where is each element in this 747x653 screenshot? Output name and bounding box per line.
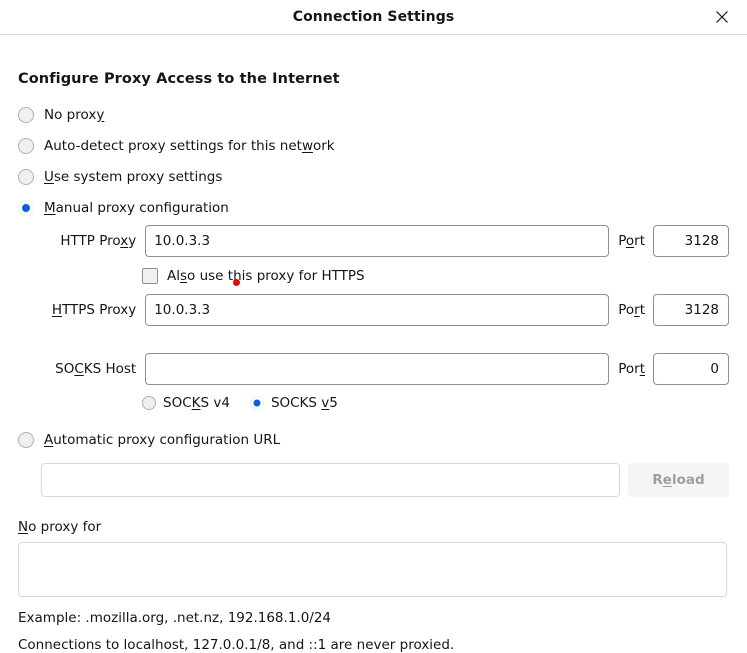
no-proxy-for-textarea[interactable] xyxy=(18,542,727,597)
radio-label-use-system[interactable]: Use system proxy settings xyxy=(44,169,222,185)
accesskey-char: C xyxy=(74,361,83,377)
https-proxy-row: HTTPS Proxy Port xyxy=(18,292,729,328)
label-text: Por xyxy=(618,361,639,377)
titlebar-divider xyxy=(0,34,747,35)
also-https-label[interactable]: Also use this proxy for HTTPS xyxy=(167,268,365,284)
label-text: SOC xyxy=(163,395,192,411)
radio-icon-socks-v5[interactable] xyxy=(250,396,264,410)
radio-option-no-proxy[interactable]: No proxy xyxy=(18,99,729,130)
radio-option-manual[interactable]: Manual proxy configuration xyxy=(18,192,729,223)
radio-icon-manual[interactable] xyxy=(18,200,34,216)
close-button[interactable] xyxy=(707,2,737,32)
label-text: y xyxy=(128,233,136,249)
radio-icon-use-system[interactable] xyxy=(18,169,34,185)
http-proxy-input[interactable] xyxy=(145,225,609,257)
label-text: t xyxy=(640,302,645,318)
radio-label-auto-detect[interactable]: Auto-detect proxy settings for this netw… xyxy=(44,138,335,154)
label-text: KS Host xyxy=(84,361,136,377)
label-text: Al xyxy=(167,268,180,284)
radio-label-no-proxy[interactable]: No proxy xyxy=(44,107,104,123)
example-note: Example: .mozilla.org, .net.nz, 192.168.… xyxy=(18,610,729,626)
label-text: 5 xyxy=(329,395,338,411)
http-proxy-label: HTTP Proxy xyxy=(18,233,145,249)
label-text: SOCKS xyxy=(271,395,321,411)
label-text: HTTP Pro xyxy=(60,233,120,249)
label-text: P xyxy=(618,233,626,249)
dialog-content: Configure Proxy Access to the Internet N… xyxy=(0,71,747,653)
label-text: anual proxy configuration xyxy=(56,200,229,216)
label-text: rt xyxy=(634,233,645,249)
accesskey-char: o xyxy=(626,233,634,249)
accesskey-char: M xyxy=(44,200,56,216)
label-text: o use this proxy for HTTPS xyxy=(187,268,365,284)
label-text: S v4 xyxy=(200,395,229,411)
accesskey-char: H xyxy=(52,302,62,318)
radio-icon-no-proxy[interactable] xyxy=(18,107,34,123)
radio-icon-auto-config[interactable] xyxy=(18,432,34,448)
https-proxy-port-label: Port xyxy=(609,302,653,318)
accesskey-char: y xyxy=(96,107,104,123)
radio-option-use-system[interactable]: Use system proxy settings xyxy=(18,161,729,192)
page-title: Configure Proxy Access to the Internet xyxy=(18,71,729,87)
radio-label-socks-v4[interactable]: SOCKS v4 xyxy=(163,395,230,411)
reload-button[interactable]: Reload xyxy=(628,463,729,497)
radio-option-auto-config[interactable]: Automatic proxy configuration URL xyxy=(18,424,729,455)
label-text: Po xyxy=(618,302,634,318)
accesskey-char: w xyxy=(302,138,313,154)
socks-version-row: SOCKS v4 SOCKS v5 xyxy=(18,387,729,418)
accesskey-char: e xyxy=(663,472,672,488)
https-proxy-port-input[interactable] xyxy=(653,294,729,326)
label-text: No prox xyxy=(44,107,96,123)
http-proxy-port-input[interactable] xyxy=(653,225,729,257)
label-text: o proxy for xyxy=(28,519,101,535)
accesskey-char: N xyxy=(18,519,28,535)
label-text: SO xyxy=(55,361,74,377)
http-proxy-row: HTTP Proxy Port xyxy=(18,223,729,259)
also-https-checkbox[interactable] xyxy=(142,268,158,284)
localhost-note: Connections to localhost, 127.0.0.1/8, a… xyxy=(18,637,729,653)
dialog-titlebar: Connection Settings xyxy=(0,0,747,34)
label-text: se system proxy settings xyxy=(54,169,223,185)
radio-label-auto-config[interactable]: Automatic proxy configuration URL xyxy=(44,432,280,448)
label-text: TTPS Proxy xyxy=(62,302,136,318)
https-proxy-input[interactable] xyxy=(145,294,609,326)
label-text: load xyxy=(672,472,705,488)
accesskey-char: t xyxy=(640,361,645,377)
auto-config-url-row: Reload xyxy=(18,460,729,500)
dialog-title: Connection Settings xyxy=(293,9,455,25)
label-text: Auto-detect proxy settings for this net xyxy=(44,138,302,154)
radio-icon-auto-detect[interactable] xyxy=(18,138,34,154)
label-text: R xyxy=(652,472,662,488)
label-text: ork xyxy=(313,138,335,154)
label-text: utomatic proxy configuration URL xyxy=(53,432,280,448)
radio-icon-socks-v4[interactable] xyxy=(142,396,156,410)
socks-port-label: Port xyxy=(609,361,653,377)
radio-label-manual[interactable]: Manual proxy configuration xyxy=(44,200,229,216)
https-proxy-label: HTTPS Proxy xyxy=(18,302,145,318)
socks-host-input[interactable] xyxy=(145,353,609,385)
accesskey-char: s xyxy=(180,268,187,284)
no-proxy-for-label: No proxy for xyxy=(18,519,729,535)
also-https-row[interactable]: Also use this proxy for HTTPS xyxy=(18,259,729,292)
close-icon xyxy=(715,10,729,24)
radio-option-auto-detect[interactable]: Auto-detect proxy settings for this netw… xyxy=(18,130,729,161)
socks-host-row: SOCKS Host Port xyxy=(18,351,729,387)
accesskey-char: U xyxy=(44,169,54,185)
socks-host-label: SOCKS Host xyxy=(18,361,145,377)
socks-port-input[interactable] xyxy=(653,353,729,385)
http-proxy-port-label: Port xyxy=(609,233,653,249)
radio-label-socks-v5[interactable]: SOCKS v5 xyxy=(271,395,338,411)
accesskey-char: A xyxy=(44,432,53,448)
auto-config-url-input[interactable] xyxy=(41,463,620,497)
